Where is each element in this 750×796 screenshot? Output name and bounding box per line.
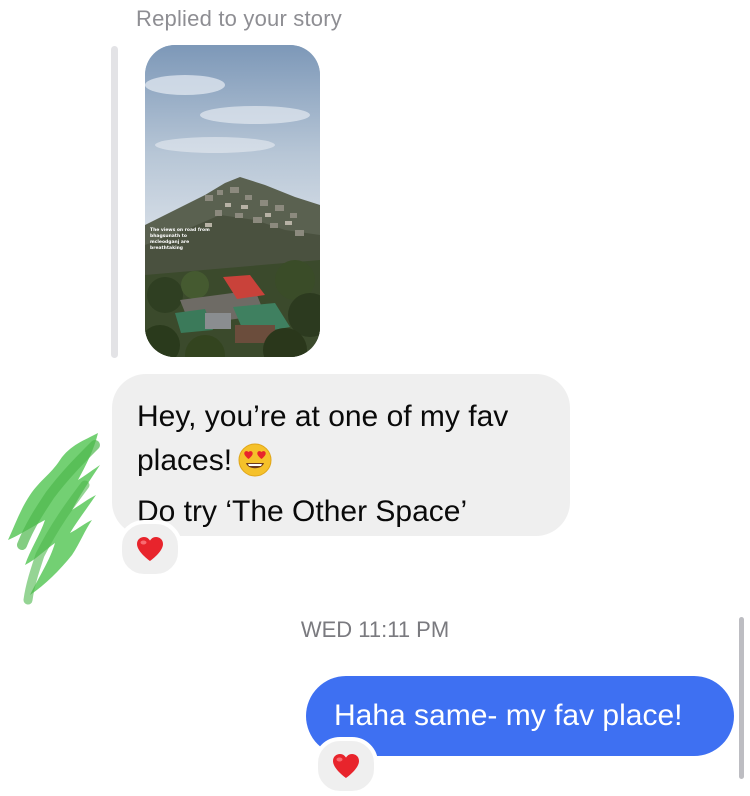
story-landscape-image	[145, 45, 320, 357]
outgoing-message-reaction[interactable]	[314, 737, 378, 795]
story-thumbnail[interactable]: The views on road from bhagsunath to mcl…	[145, 45, 320, 357]
smiling-face-with-heart-eyes-icon	[238, 443, 272, 490]
incoming-message-line-2: places!	[137, 444, 233, 477]
incoming-message-bubble[interactable]: Hey, you’re at one of my fav places! Do …	[112, 374, 570, 536]
heart-icon	[333, 754, 359, 778]
incoming-message-line-3: Do try ‘The Other Space’	[137, 495, 468, 528]
scrollbar[interactable]	[739, 617, 744, 779]
outgoing-message-text: Haha same- my fav place!	[334, 699, 683, 732]
story-caption-text: The views on road from bhagsunath to mcl…	[150, 228, 210, 251]
incoming-message-reaction[interactable]	[118, 520, 182, 578]
incoming-message-line-1: Hey, you’re at one of my fav	[137, 400, 509, 433]
replied-to-story-label: Replied to your story	[136, 6, 342, 31]
message-timestamp: WED 11:11 PM	[300, 617, 450, 642]
dm-thread: Replied to your story The views on road …	[0, 0, 750, 796]
reply-indicator-bar	[111, 46, 118, 358]
green-scribble-redaction	[8, 433, 100, 605]
heart-icon	[137, 537, 163, 561]
